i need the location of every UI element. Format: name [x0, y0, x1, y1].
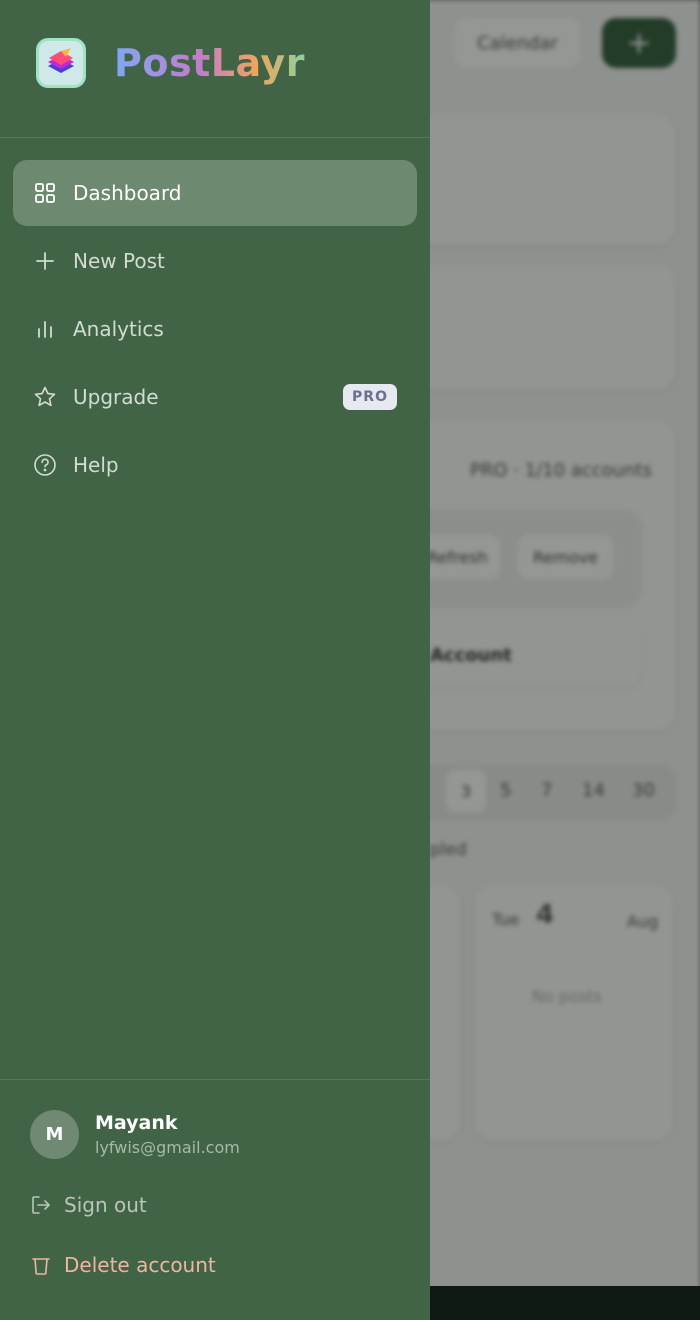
plus-icon: [33, 249, 57, 273]
nav-item-analytics[interactable]: Analytics: [13, 296, 417, 362]
sign-out-icon: [30, 1194, 52, 1216]
avatar: M: [30, 1110, 79, 1159]
postlayr-logo-icon: [36, 38, 86, 88]
trash-icon: [30, 1254, 52, 1276]
bar-chart-icon: [33, 317, 57, 341]
nav-label: Upgrade: [73, 385, 159, 409]
brand[interactable]: PostLayr: [36, 38, 305, 88]
nav-item-new-post[interactable]: New Post: [13, 228, 417, 294]
nav-label: Dashboard: [73, 181, 182, 205]
nav-item-help[interactable]: Help: [13, 432, 417, 498]
sign-out-button[interactable]: Sign out: [30, 1193, 147, 1217]
delete-account-button[interactable]: Delete account: [30, 1253, 216, 1277]
nav-item-dashboard[interactable]: Dashboard: [13, 160, 417, 226]
user-profile[interactable]: M Mayank lyfwis@gmail.com: [30, 1110, 240, 1159]
grid-icon: [33, 181, 57, 205]
nav-label: Analytics: [73, 317, 164, 341]
footer-divider: [0, 1079, 430, 1080]
brand-name: PostLayr: [114, 41, 305, 85]
nav-label: New Post: [73, 249, 165, 273]
nav-menu: Dashboard New Post Analytics Upgrade PRO…: [13, 160, 417, 500]
star-icon: [33, 385, 57, 409]
user-info: Mayank lyfwis@gmail.com: [95, 1112, 240, 1157]
pro-badge: PRO: [343, 384, 397, 410]
user-email: lyfwis@gmail.com: [95, 1138, 240, 1157]
delete-account-label: Delete account: [64, 1253, 216, 1277]
navigation-drawer: PostLayr Dashboard New Post Analytics Up…: [0, 0, 430, 1320]
sign-out-label: Sign out: [64, 1193, 147, 1217]
nav-label: Help: [73, 453, 119, 477]
user-name: Mayank: [95, 1112, 178, 1134]
header-divider: [0, 137, 430, 138]
help-circle-icon: [33, 453, 57, 477]
nav-item-upgrade[interactable]: Upgrade PRO: [13, 364, 417, 430]
